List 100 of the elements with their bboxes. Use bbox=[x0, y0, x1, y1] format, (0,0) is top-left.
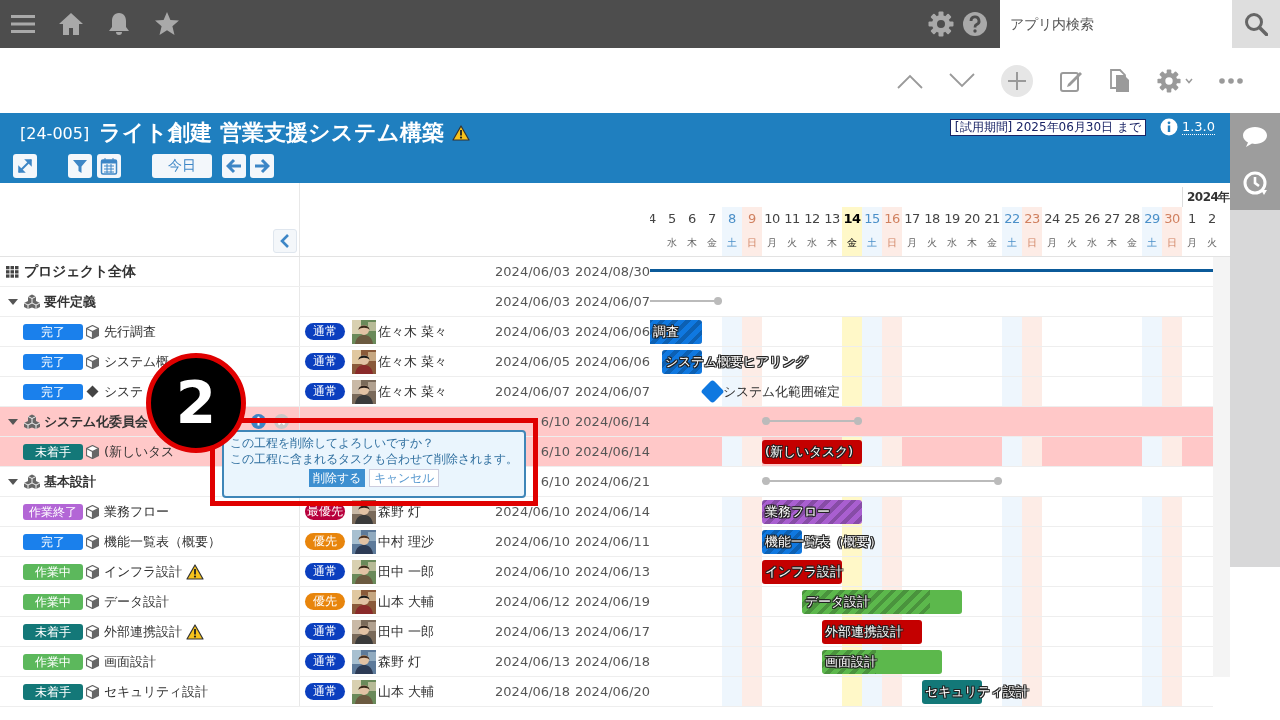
start-date: 2024/06/03 bbox=[494, 294, 570, 309]
task-name: 外部連携設計 bbox=[104, 622, 182, 641]
priority-badge: 通常 bbox=[305, 653, 345, 670]
version-link[interactable]: 1.3.0 bbox=[1181, 119, 1215, 135]
day-number: 30 bbox=[1162, 207, 1182, 230]
month-label: 2024年 bbox=[1182, 187, 1230, 207]
weekday-label: 金 bbox=[842, 230, 862, 256]
end-date: 2024/06/13 bbox=[574, 564, 650, 579]
weekday-label: 水 bbox=[666, 236, 678, 250]
day-number: 7 bbox=[707, 210, 717, 228]
start-date: 2024/06/13 bbox=[494, 654, 570, 669]
bar-label: 業務フロー bbox=[765, 504, 830, 519]
assignee-name: 森野 灯 bbox=[378, 652, 423, 671]
weekday-label: 月 bbox=[1046, 236, 1058, 250]
weekday-label: 日 bbox=[1162, 230, 1182, 256]
day-number: 29 bbox=[1142, 207, 1162, 230]
end-date: 2024/06/19 bbox=[574, 594, 650, 609]
task-name: インフラ設計 bbox=[104, 562, 182, 581]
weekday-label: 月 bbox=[766, 236, 778, 250]
priority-badge: 優先 bbox=[305, 593, 345, 610]
weekday-label: 火 bbox=[1066, 236, 1078, 250]
weekday-label: 木 bbox=[966, 236, 978, 250]
day-number: 2 bbox=[1207, 210, 1217, 228]
delete-button[interactable]: 削除する bbox=[309, 469, 365, 487]
assignee-name: 山本 大輔 bbox=[378, 592, 436, 611]
assignee-name: 佐々木 菜々 bbox=[378, 382, 449, 401]
status-badge: 完了 bbox=[23, 323, 83, 340]
weekday-label: 木 bbox=[686, 236, 698, 250]
priority-badge: 通常 bbox=[305, 623, 345, 640]
start-date: 2024/06/03 bbox=[494, 324, 570, 339]
end-date: 2024/06/14 bbox=[574, 444, 650, 459]
task-name: システ bbox=[104, 382, 143, 401]
end-date: 2024/06/17 bbox=[574, 624, 650, 639]
start-date: 6/10 bbox=[539, 474, 570, 489]
status-badge: 作業終了 bbox=[23, 503, 83, 520]
search-field[interactable]: アプリ内検索 bbox=[1000, 0, 1232, 48]
end-date: 2024/06/06 bbox=[574, 354, 650, 369]
start-date: 2024/06/10 bbox=[494, 504, 570, 519]
weekday-label: 土 bbox=[862, 230, 882, 256]
start-date: 2024/06/07 bbox=[494, 384, 570, 399]
day-number: 14 bbox=[842, 207, 862, 230]
bar-label: システム化範囲確定 bbox=[723, 384, 840, 399]
task-name: 先行調査 bbox=[104, 322, 156, 341]
day-number: 9 bbox=[742, 207, 762, 230]
day-number: 24 bbox=[1043, 210, 1061, 228]
weekday-label: 日 bbox=[882, 230, 902, 256]
weekday-label: 土 bbox=[1142, 230, 1162, 256]
project-name: プロジェクト全体 bbox=[24, 262, 136, 281]
day-number: 10 bbox=[763, 210, 781, 228]
bar-label: データ設計 bbox=[805, 594, 870, 609]
day-number: 27 bbox=[1103, 210, 1121, 228]
start-date: 6/10 bbox=[539, 414, 570, 429]
popup-message: この工程に含まれるタスクも合わせて削除されます。 bbox=[230, 451, 518, 467]
task-name: 機能一覧表（概要） bbox=[104, 532, 221, 551]
day-number: 22 bbox=[1002, 207, 1022, 230]
start-date: 2024/06/05 bbox=[494, 354, 570, 369]
status-badge: 完了 bbox=[23, 533, 83, 550]
assignee-name: 田中 一郎 bbox=[378, 622, 436, 641]
weekday-label: 日 bbox=[742, 230, 762, 256]
start-date: 2024/06/13 bbox=[494, 624, 570, 639]
bar-label: (新しいタスク) bbox=[765, 444, 854, 459]
bar-label: 外部連携設計 bbox=[825, 624, 903, 639]
weekday-label: 金 bbox=[986, 236, 998, 250]
today-button[interactable]: 今日 bbox=[152, 154, 212, 178]
weekday-label: 水 bbox=[806, 236, 818, 250]
start-date: 2024/06/12 bbox=[494, 594, 570, 609]
weekday-label: 火 bbox=[1206, 236, 1218, 250]
status-badge: 未着手 bbox=[23, 443, 83, 460]
day-number: 26 bbox=[1083, 210, 1101, 228]
day-number: 17 bbox=[903, 210, 921, 228]
end-date: 2024/06/14 bbox=[574, 414, 650, 429]
assignee-name: 中村 理沙 bbox=[378, 532, 436, 551]
day-number: 13 bbox=[823, 210, 841, 228]
weekday-label: 火 bbox=[926, 236, 938, 250]
day-number: 20 bbox=[963, 210, 981, 228]
task-name: (新しいタス bbox=[104, 442, 175, 461]
popup-message: この工程を削除してよろしいですか？ bbox=[230, 435, 434, 451]
status-badge: 作業中 bbox=[23, 563, 83, 580]
status-badge: 完了 bbox=[23, 383, 83, 400]
day-number: 28 bbox=[1123, 210, 1141, 228]
weekday-label: 月 bbox=[1186, 236, 1198, 250]
bar-label: 調査 bbox=[653, 324, 679, 339]
day-number: 5 bbox=[667, 210, 677, 228]
weekday-label: 月 bbox=[906, 236, 918, 250]
start-date: 2024/06/10 bbox=[494, 534, 570, 549]
day-number: 16 bbox=[882, 207, 902, 230]
cancel-button[interactable]: キャンセル bbox=[369, 469, 439, 487]
weekday-label: 木 bbox=[1106, 236, 1118, 250]
task-name: データ設計 bbox=[104, 592, 169, 611]
priority-badge: 通常 bbox=[305, 383, 345, 400]
start-date: 2024/06/03 bbox=[494, 264, 570, 279]
status-badge: 作業中 bbox=[23, 653, 83, 670]
priority-badge: 通常 bbox=[305, 353, 345, 370]
status-badge: 作業中 bbox=[23, 593, 83, 610]
day-number: 23 bbox=[1022, 207, 1042, 230]
status-badge: 未着手 bbox=[23, 623, 83, 640]
weekday-label: 土 bbox=[722, 230, 742, 256]
day-number: 6 bbox=[687, 210, 697, 228]
end-date: 2024/08/30 bbox=[574, 264, 650, 279]
weekday-label: 日 bbox=[1022, 230, 1042, 256]
